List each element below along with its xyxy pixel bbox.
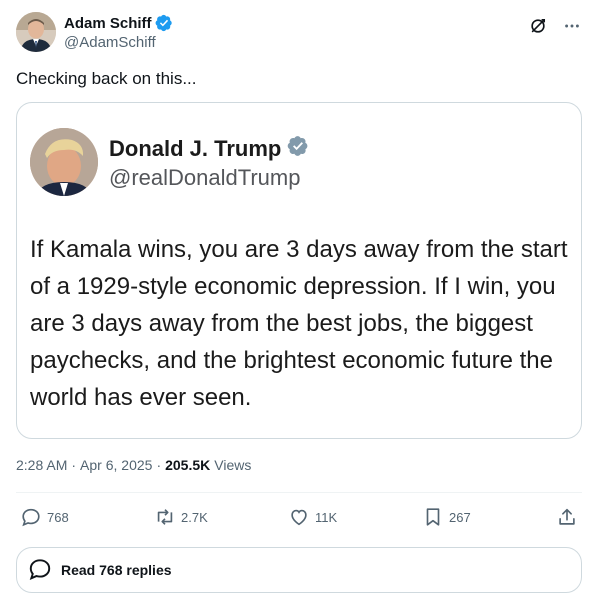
embedded-post-body: If Kamala wins, you are 3 days away from… [30, 236, 568, 411]
like-icon [288, 506, 310, 528]
read-replies-label: Read 768 replies [61, 562, 172, 578]
like-button[interactable]: 11K [288, 503, 337, 531]
share-icon [556, 506, 578, 528]
embedded-author-handle: @realDonaldTrump [109, 165, 301, 190]
bookmark-icon [422, 506, 444, 528]
reply-count: 768 [47, 509, 69, 525]
author-handle[interactable]: @AdamSchiff [64, 34, 173, 51]
post-header: Adam Schiff @AdamSchiff [16, 12, 582, 54]
views-label: Views [214, 457, 252, 473]
meta-separator: · [156, 457, 162, 473]
author-block: Adam Schiff @AdamSchiff [64, 14, 173, 51]
avatar[interactable] [16, 12, 56, 52]
reply-icon [20, 506, 42, 528]
post-time[interactable]: 2:28 AM [16, 457, 67, 473]
repost-count: 2.7K [181, 509, 208, 525]
read-replies-button[interactable]: Read 768 replies [16, 547, 582, 593]
verified-badge-icon[interactable] [155, 14, 173, 32]
repost-button[interactable]: 2.7K [154, 503, 208, 531]
post-date[interactable]: Apr 6, 2025 [80, 457, 152, 473]
repost-icon [154, 506, 176, 528]
embedded-author: Donald J. Trump @realDonaldTrump [109, 135, 309, 191]
tweet-text: Checking back on this... [16, 69, 197, 88]
author-name[interactable]: Adam Schiff [64, 15, 152, 32]
views-count: 205.5K [165, 457, 211, 473]
action-bar: 768 2.7K 11K 267 [16, 503, 582, 531]
replies-bubble-icon [27, 556, 53, 585]
share-button[interactable] [556, 503, 578, 531]
verified-gray-badge-icon [287, 135, 309, 162]
reply-button[interactable]: 768 [20, 503, 69, 531]
header-actions [528, 16, 582, 36]
embedded-avatar [30, 128, 98, 196]
post-meta: 2:28 AM · Apr 6, 2025 · 205.5K Views [16, 457, 251, 473]
embedded-post-image[interactable]: Donald J. Trump @realDonaldTrump If Kama… [16, 102, 582, 439]
more-icon[interactable] [562, 16, 582, 36]
grok-icon[interactable] [528, 16, 548, 36]
meta-separator: · [71, 457, 77, 473]
like-count: 11K [315, 509, 338, 525]
embedded-author-name: Donald J. Trump [109, 135, 282, 161]
bookmark-button[interactable]: 267 [422, 503, 471, 531]
bookmark-count: 267 [449, 509, 471, 525]
divider [16, 492, 582, 493]
